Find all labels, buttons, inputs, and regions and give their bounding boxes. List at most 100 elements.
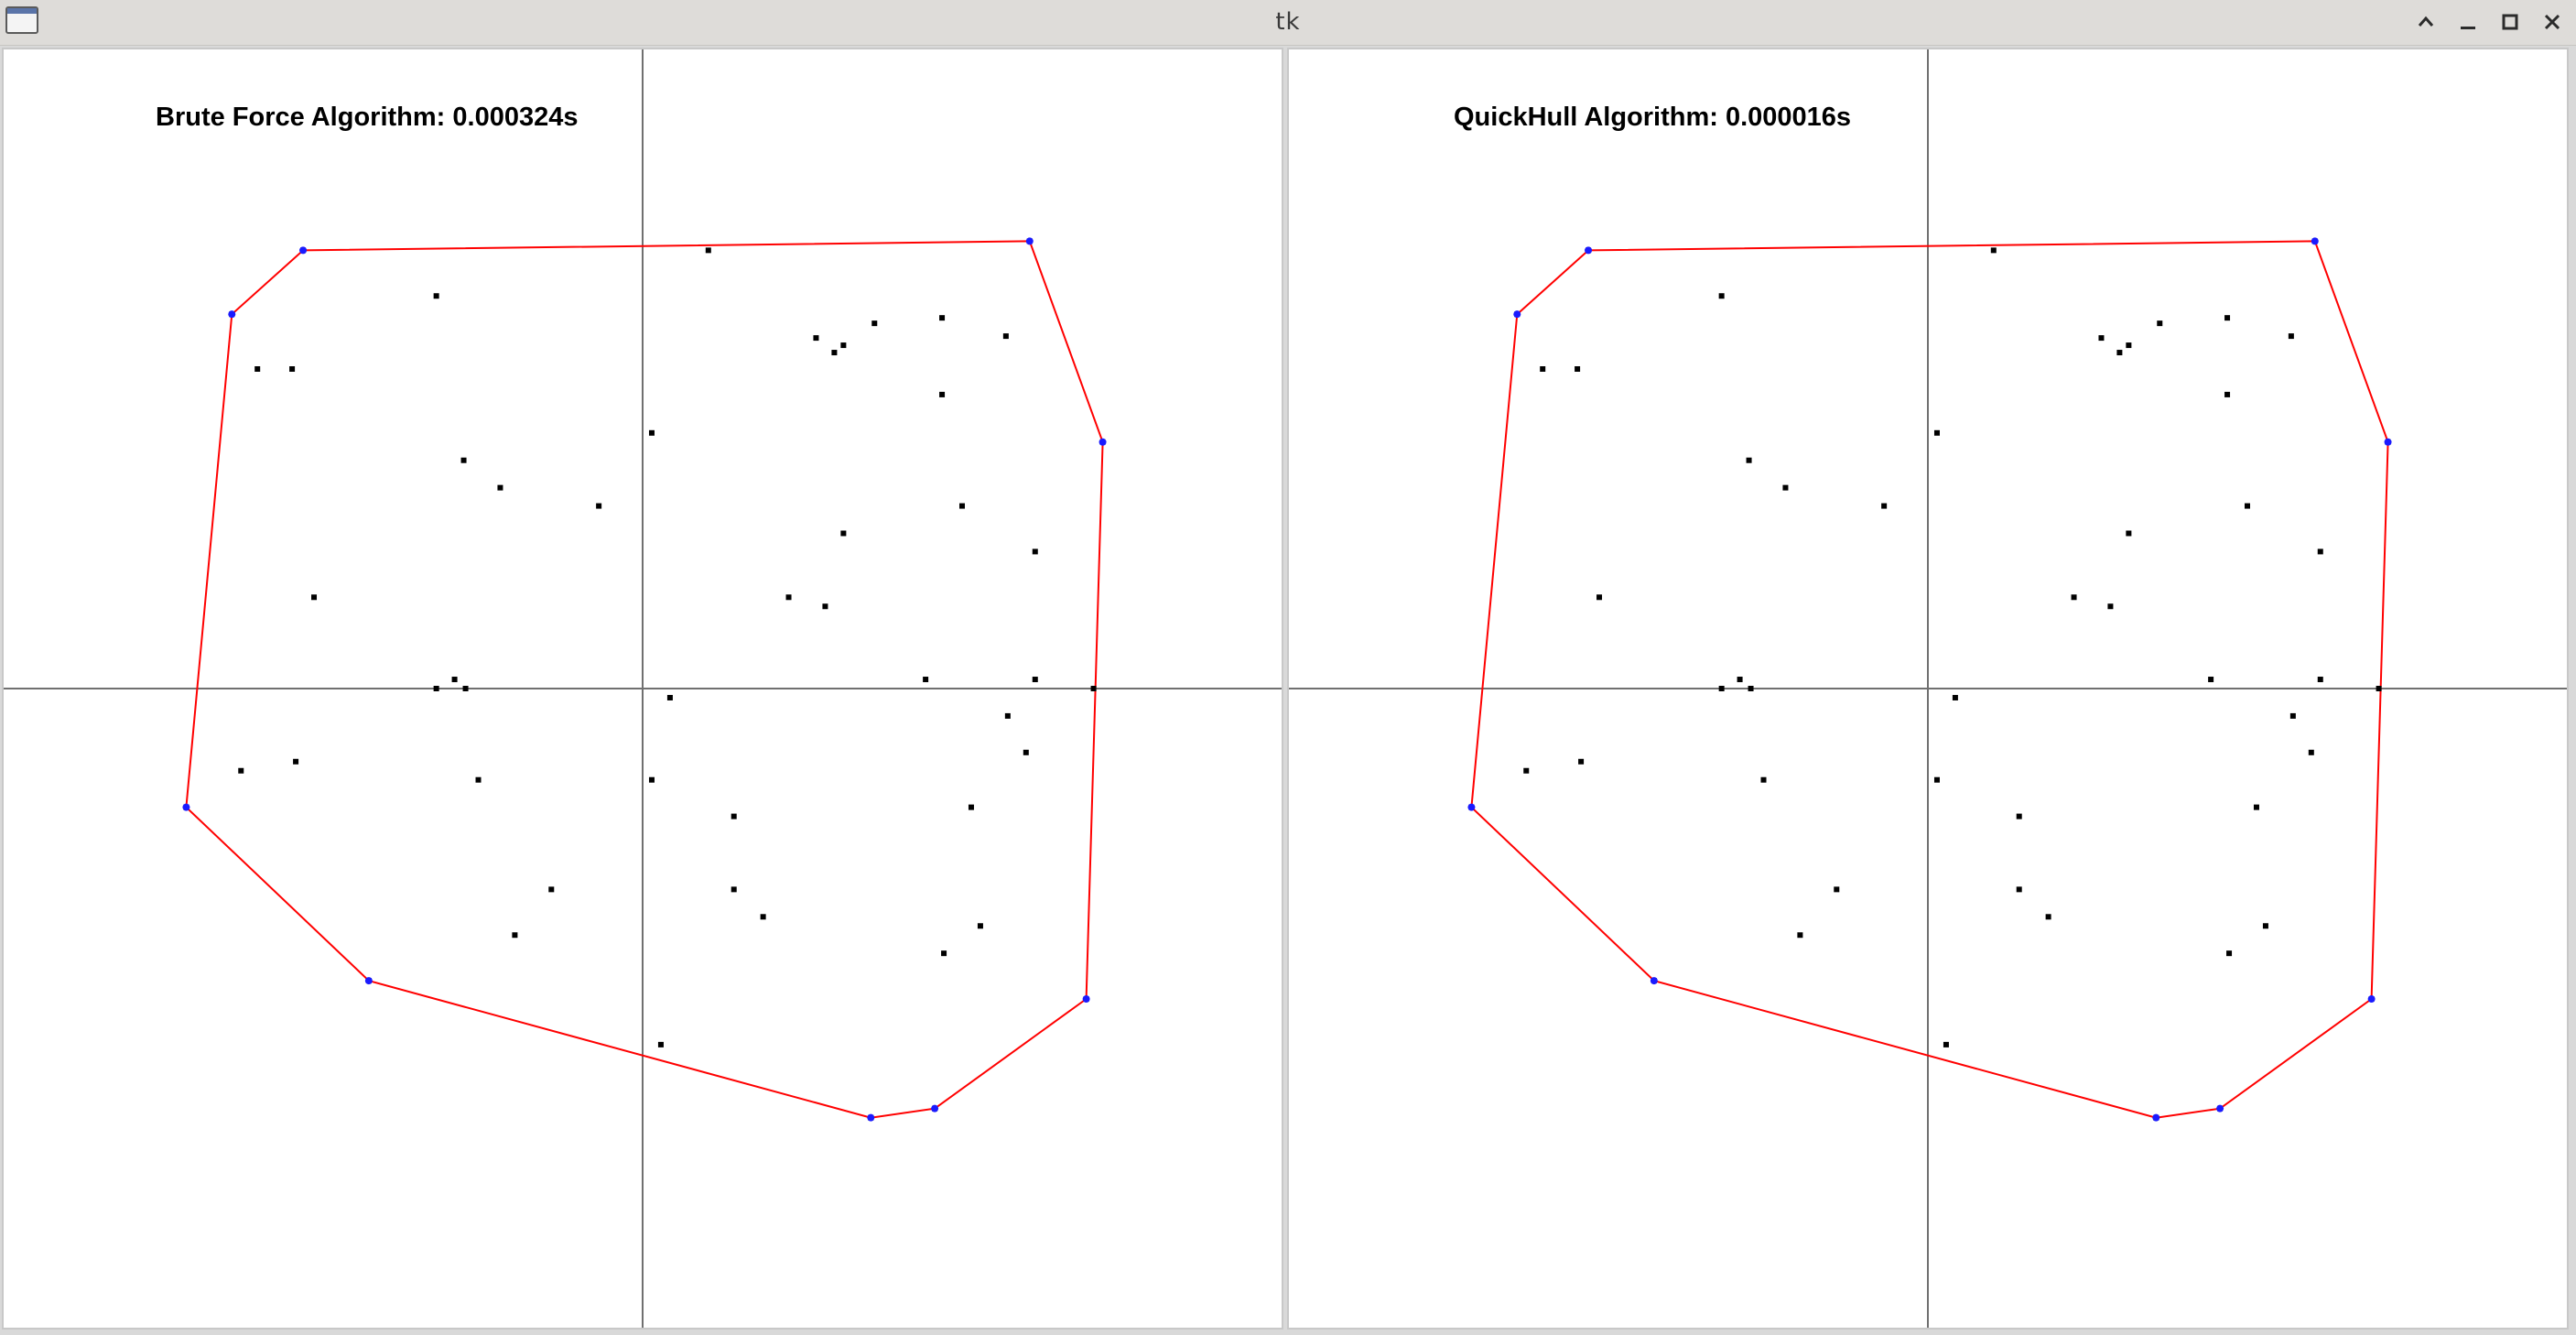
data-point: [939, 315, 946, 321]
maximize-icon: [2502, 14, 2518, 30]
data-point: [760, 914, 766, 920]
quickhull-canvas[interactable]: QuickHull Algorithm: 0.000016s: [1287, 48, 2569, 1330]
hull-vertex: [1099, 438, 1107, 446]
data-point: [1523, 767, 1530, 774]
data-point: [451, 677, 458, 683]
data-point: [2224, 391, 2231, 397]
data-point: [1032, 548, 1038, 555]
data-point: [1737, 677, 1743, 683]
data-point: [1834, 886, 1840, 893]
data-point: [840, 530, 847, 537]
data-point: [822, 603, 828, 610]
data-point: [1952, 694, 1958, 700]
data-point: [238, 767, 244, 774]
data-point: [254, 366, 261, 372]
data-point: [666, 694, 673, 700]
data-point: [311, 594, 318, 601]
brute-force-canvas[interactable]: Brute Force Algorithm: 0.000324s: [2, 48, 1283, 1330]
data-point: [596, 503, 602, 509]
data-point: [959, 503, 965, 509]
data-point: [2317, 548, 2323, 555]
data-point: [968, 804, 974, 810]
data-point: [705, 247, 711, 254]
data-point: [2016, 813, 2022, 819]
quickhull-plot: [1289, 49, 2567, 1328]
data-point: [1760, 776, 1767, 783]
tk-window: tk Brute Force Algorithm: 0.000324s Quic…: [0, 0, 2576, 1335]
hull-vertex: [1585, 246, 1593, 255]
data-point: [2376, 686, 2382, 691]
data-point: [2045, 914, 2051, 920]
data-point: [831, 350, 838, 356]
data-point: [1540, 366, 1546, 372]
data-point: [1090, 686, 1097, 691]
close-icon: [2544, 14, 2560, 30]
quickhull-title: QuickHull Algorithm: 0.000016s: [1454, 103, 1852, 132]
brute-force-title: Brute Force Algorithm: 0.000324s: [156, 103, 579, 132]
hull-vertex: [1467, 803, 1476, 811]
data-point: [2308, 749, 2314, 755]
hull-vertex: [2216, 1104, 2224, 1112]
data-point: [1023, 749, 1029, 755]
hull-polygon: [185, 240, 1104, 1119]
data-point: [2208, 677, 2214, 683]
hull-vertex: [364, 977, 373, 985]
hull-polygon: [1470, 240, 2389, 1119]
data-point: [2126, 342, 2132, 349]
hull-vertex: [1082, 995, 1090, 1004]
data-point: [1748, 686, 1754, 691]
data-point: [433, 686, 439, 691]
data-point: [512, 932, 518, 939]
data-point: [2262, 923, 2268, 929]
data-point: [2224, 315, 2231, 321]
data-point: [1881, 503, 1888, 509]
data-point: [2226, 950, 2233, 957]
data-point: [657, 1041, 664, 1047]
minimize-button[interactable]: [2452, 5, 2484, 38]
data-point: [1943, 1041, 1949, 1047]
data-point: [1933, 429, 1940, 436]
data-point: [2107, 603, 2114, 610]
data-point: [2016, 886, 2022, 893]
data-point: [2289, 712, 2296, 719]
data-point: [548, 886, 555, 893]
data-point: [840, 342, 847, 349]
minimize-icon: [2461, 27, 2475, 29]
hull-vertex: [2384, 438, 2392, 446]
data-point: [648, 429, 655, 436]
hull-vertex: [1513, 310, 1521, 319]
data-point: [293, 758, 299, 765]
data-point: [1782, 484, 1789, 491]
data-point: [2317, 677, 2323, 683]
data-point: [923, 677, 929, 683]
data-point: [289, 366, 296, 372]
data-point: [1933, 776, 1940, 783]
hull-vertex: [2311, 237, 2319, 245]
data-point: [2071, 594, 2077, 601]
hull-vertex: [2152, 1113, 2160, 1122]
hull-vertex: [299, 246, 308, 255]
data-point: [1578, 758, 1585, 765]
data-point: [648, 776, 655, 783]
hull-vertex: [2367, 995, 2376, 1004]
data-point: [1718, 293, 1725, 299]
data-point: [2116, 350, 2123, 356]
data-point: [1575, 366, 1581, 372]
maximize-button[interactable]: [2494, 5, 2527, 38]
hull-vertex: [182, 803, 190, 811]
data-point: [1990, 247, 1997, 254]
data-point: [2157, 320, 2163, 327]
data-point: [1797, 932, 1803, 939]
window-title: tk: [1275, 8, 1301, 36]
hull-vertex: [228, 310, 236, 319]
data-point: [460, 457, 467, 463]
shade-button[interactable]: [2409, 5, 2442, 38]
title-bar[interactable]: tk: [0, 0, 2576, 46]
data-point: [2126, 530, 2132, 537]
data-point: [871, 320, 878, 327]
hull-vertex: [931, 1104, 939, 1112]
data-point: [462, 686, 469, 691]
data-point: [475, 776, 482, 783]
close-button[interactable]: [2536, 5, 2569, 38]
data-point: [939, 391, 946, 397]
